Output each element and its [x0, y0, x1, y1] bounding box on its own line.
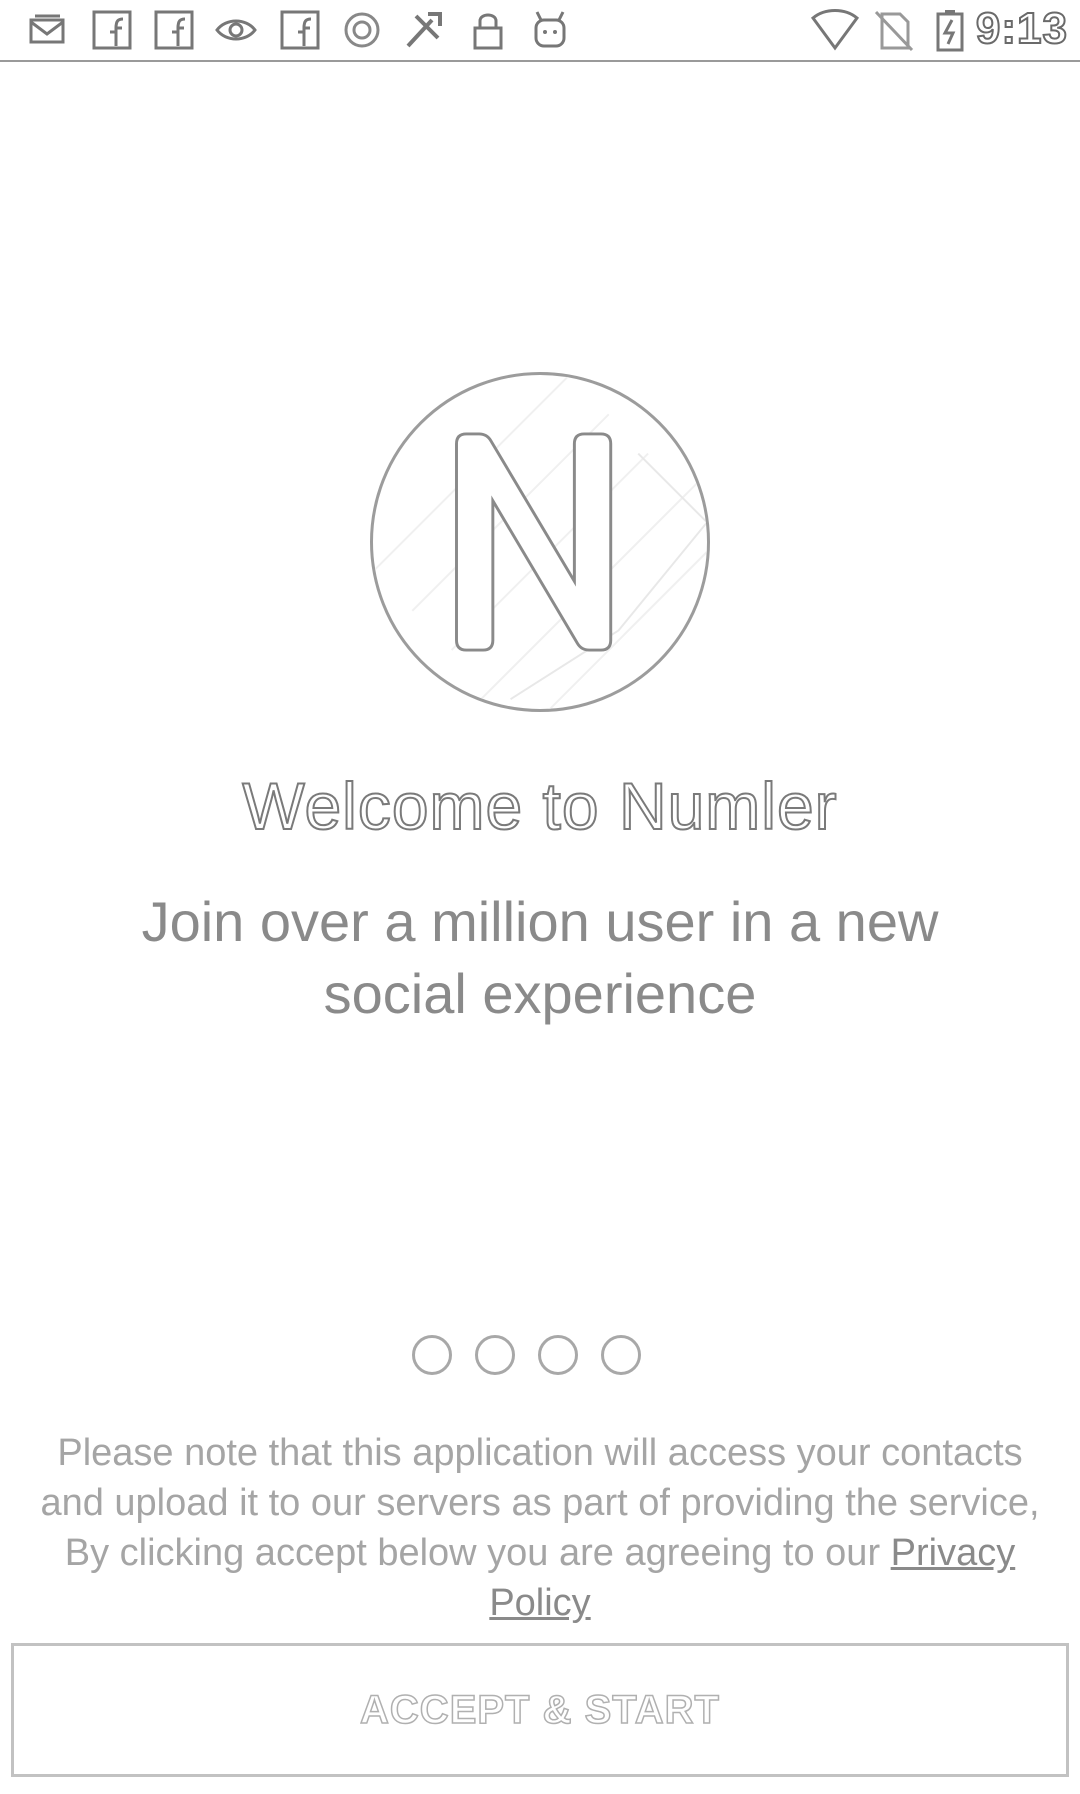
page-dot[interactable] [475, 1335, 515, 1375]
welcome-subtitle: Join over a million user in a new social… [141, 890, 939, 1025]
wifi-icon [810, 8, 860, 52]
tools-icon [402, 8, 446, 52]
app-logo [370, 372, 710, 712]
page-dot[interactable] [601, 1335, 641, 1375]
page-dot[interactable] [538, 1335, 578, 1375]
no-sim-icon [872, 8, 916, 52]
accept-start-button[interactable]: ACCEPT & START [11, 1643, 1069, 1777]
facebook-icon [278, 8, 322, 52]
android-icon [528, 8, 572, 52]
eye-icon [214, 8, 258, 52]
page-indicator [412, 1335, 672, 1381]
facebook-icon [90, 8, 134, 52]
welcome-title: Welcome to Numler [241, 768, 838, 844]
battery-charging-icon [928, 8, 972, 52]
page-dot[interactable] [412, 1335, 452, 1375]
clock: 9:13 [975, 3, 1068, 54]
lock-icon [466, 8, 510, 52]
mail-icon [26, 8, 70, 52]
facebook-icon [152, 8, 196, 52]
status-bar: 9:13 [0, 0, 1080, 62]
accept-start-label: ACCEPT & START [359, 1687, 720, 1733]
privacy-notice: Please note that this application will a… [30, 1428, 1050, 1628]
circle-app-icon [340, 8, 384, 52]
